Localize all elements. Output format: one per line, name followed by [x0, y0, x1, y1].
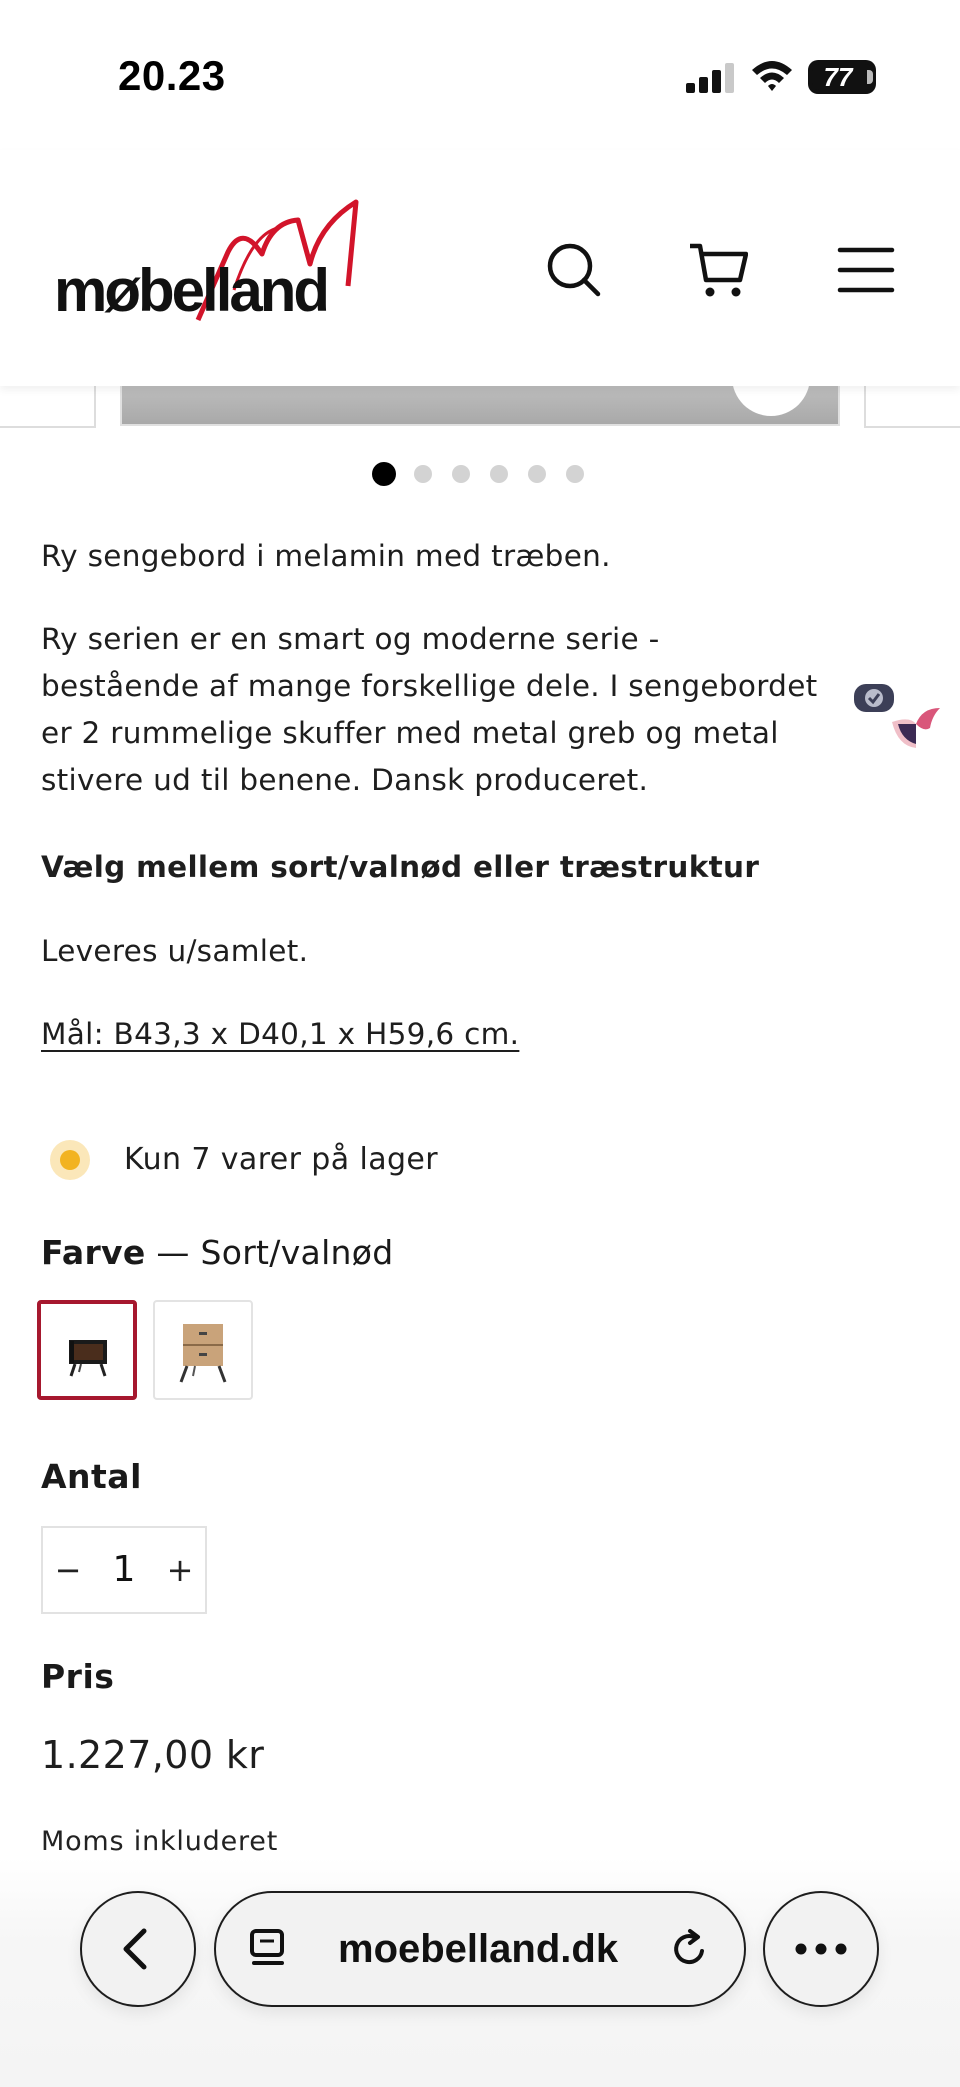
description-line: stivere ud til benene. Dansk produceret. [41, 763, 649, 797]
carousel-slide-next[interactable] [864, 386, 960, 428]
nightstand-wood-icon [179, 1324, 227, 1383]
wifi-icon [752, 61, 792, 91]
quantity-decrease-button[interactable]: − [43, 1528, 93, 1612]
address-bar-url: moebelland.dk [338, 1927, 619, 1971]
browser-back-button[interactable] [80, 1891, 196, 2007]
cellular-signal-icon [686, 63, 734, 93]
color-separator: — [156, 1233, 190, 1272]
search-icon[interactable] [544, 240, 604, 300]
product-image[interactable] [120, 386, 840, 426]
carousel-slide-previous[interactable] [0, 386, 96, 428]
price-label: Pris [41, 1657, 115, 1696]
browser-more-button[interactable] [763, 1891, 879, 2007]
battery-level-text: 77 [823, 62, 853, 92]
carousel-dot[interactable] [452, 465, 470, 483]
description-line: Ry serien er en smart og moderne serie - [41, 622, 660, 656]
carousel-dot[interactable] [528, 465, 546, 483]
stock-status-dot [50, 1140, 90, 1180]
chat-avatar-icon[interactable] [888, 702, 944, 758]
product-intro: Ry sengebord i melamin med træben. [41, 539, 611, 573]
status-bar: 20.23 77 [0, 0, 960, 150]
battery-icon: 77 [808, 60, 876, 94]
product-image-carousel[interactable] [0, 356, 960, 430]
logo-text: møbelland [54, 257, 330, 324]
quantity-increase-button[interactable]: + [155, 1528, 205, 1612]
site-header: møbelland [0, 150, 960, 386]
color-selected-value: Sort/valnød [200, 1233, 394, 1272]
status-time: 20.23 [118, 52, 226, 99]
carousel-dot[interactable] [414, 465, 432, 483]
color-option-label: Farve — Sort/valnød [41, 1230, 394, 1276]
chevron-left-icon [123, 1928, 147, 1970]
battery-cap [867, 70, 873, 84]
quantity-input[interactable]: 1 [93, 1528, 155, 1612]
dimensions-link[interactable]: Mål: B43,3 x D40,1 x H59,6 cm. [41, 1011, 519, 1058]
description-line: er 2 rummelige skuffer med metal greb og… [41, 716, 779, 750]
price-value: 1.227,00 kr [41, 1733, 265, 1777]
carousel-dot[interactable] [490, 465, 508, 483]
reload-icon[interactable] [668, 1927, 712, 1971]
more-horizontal-icon [795, 1943, 847, 1955]
carousel-pagination [372, 462, 584, 486]
page-menu-icon [250, 1929, 284, 1965]
nightstand-black-walnut-icon [69, 1340, 107, 1377]
assembly-note: Leveres u/samlet. [41, 934, 309, 968]
stock-text: Kun 7 varer på lager [124, 1142, 439, 1177]
swatch-sort-valnod[interactable] [37, 1300, 137, 1400]
cart-icon[interactable] [688, 240, 748, 300]
quantity-label: Antal [41, 1457, 142, 1496]
tax-note: Moms inkluderet [41, 1826, 279, 1857]
quantity-stepper: − 1 + [41, 1526, 207, 1614]
swatch-traestruktur[interactable] [153, 1300, 253, 1400]
menu-icon[interactable] [836, 240, 896, 300]
color-label: Farve [41, 1233, 146, 1272]
variant-note: Vælg mellem sort/valnød eller træstruktu… [41, 850, 760, 884]
description-line: bestående af mange forskellige dele. I s… [41, 669, 818, 703]
site-logo[interactable]: møbelland [50, 194, 370, 324]
address-bar[interactable]: moebelland.dk [214, 1891, 746, 2007]
carousel-dot[interactable] [372, 462, 396, 486]
product-description: Ry serien er en smart og moderne serie -… [41, 616, 921, 804]
carousel-dot[interactable] [566, 465, 584, 483]
